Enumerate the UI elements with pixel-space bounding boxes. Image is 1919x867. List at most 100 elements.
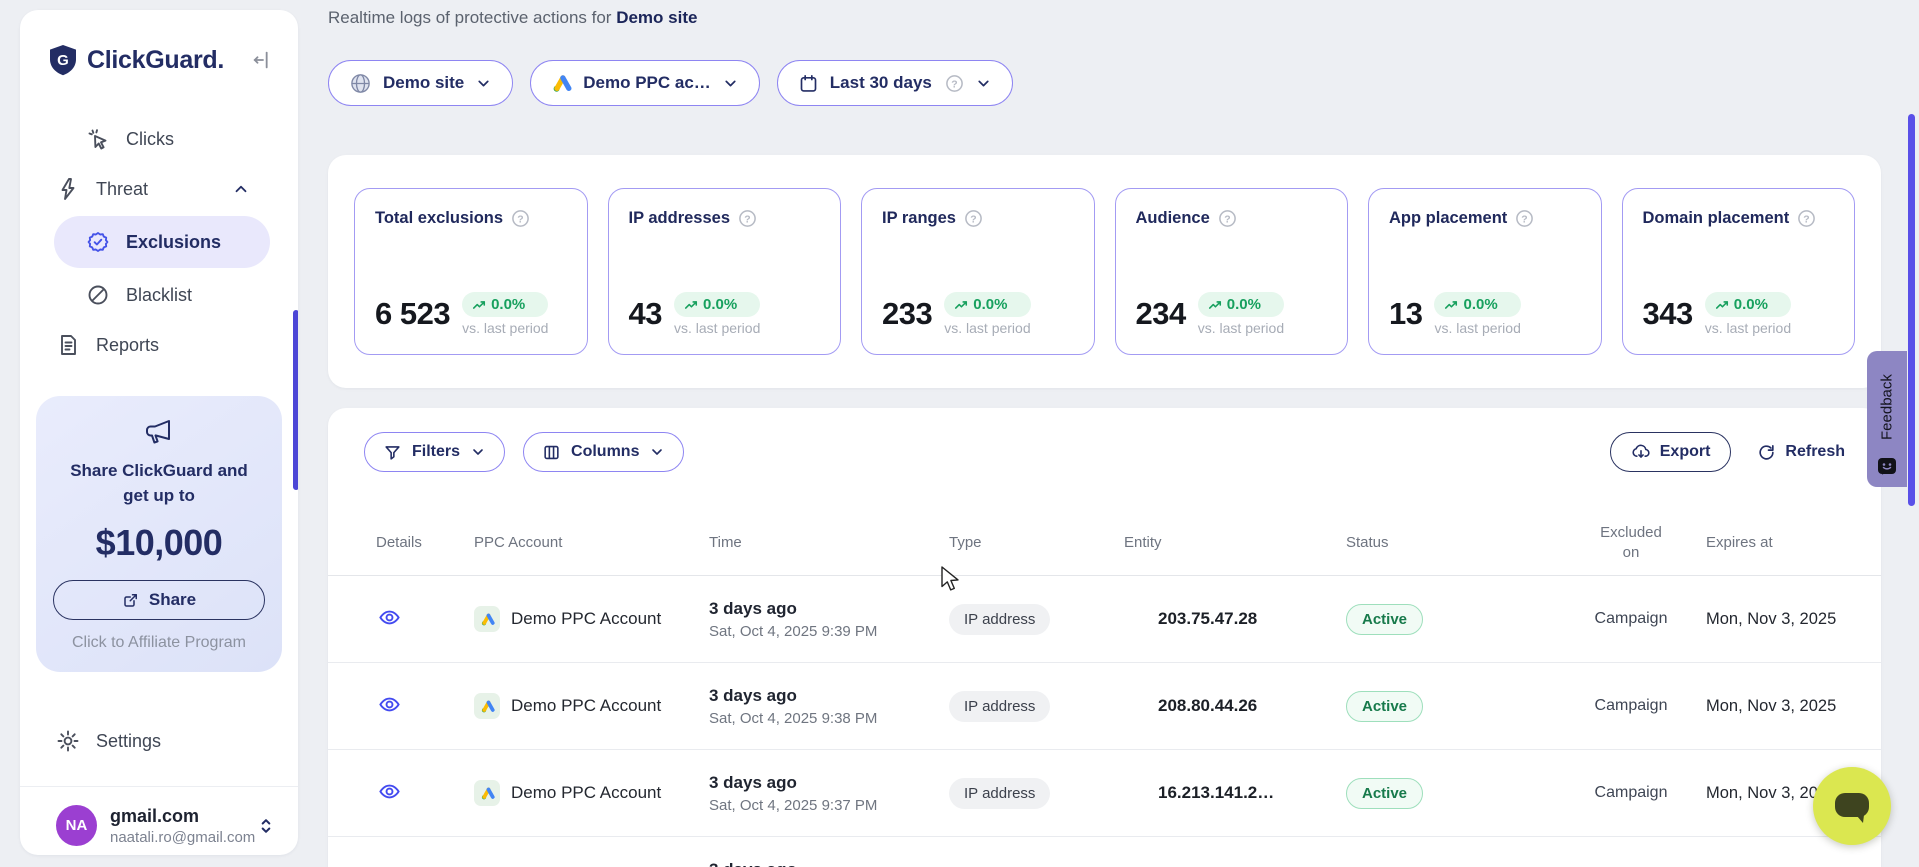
sidebar-item-label: Blacklist xyxy=(126,285,192,306)
filters-button[interactable]: Filters xyxy=(364,432,505,472)
view-details-button[interactable] xyxy=(376,691,403,718)
stat-value: 233 xyxy=(882,296,932,332)
entity-identicon xyxy=(1124,694,1148,718)
help-icon[interactable]: ? xyxy=(1797,209,1816,228)
sidebar: G ClickGuard. Clicks Threat Excl xyxy=(20,10,298,855)
clickguard-logo-icon: G xyxy=(48,44,78,76)
type-badge: IP address xyxy=(949,691,1050,722)
type-badge: IP address xyxy=(949,778,1050,809)
stat-delta-badge: 0.0% xyxy=(1198,292,1284,317)
sidebar-item-settings[interactable]: Settings xyxy=(20,718,298,764)
col-header-details[interactable]: Details xyxy=(364,534,474,551)
promo-line1: Share ClickGuard and xyxy=(50,458,268,483)
affiliate-link[interactable]: Click to Affiliate Program xyxy=(50,634,268,652)
col-header-time[interactable]: Time xyxy=(709,534,949,551)
stat-caption: vs. last period xyxy=(944,320,1030,336)
time-relative: 3 days ago xyxy=(709,772,949,793)
help-icon[interactable]: ? xyxy=(964,209,983,228)
share-button[interactable]: Share xyxy=(53,580,265,620)
sidebar-item-label: Clicks xyxy=(126,129,174,150)
stat-delta-badge: 0.0% xyxy=(1434,292,1520,317)
table-row-partial: 3 days ago xyxy=(328,837,1881,867)
time-full: Sat, Oct 4, 2025 9:38 PM xyxy=(709,710,949,727)
table-row: Demo PPC Account 3 days agoSat, Oct 4, 2… xyxy=(328,750,1881,837)
stat-label: Domain placement xyxy=(1643,209,1790,228)
help-icon[interactable]: ? xyxy=(511,209,530,228)
google-ads-icon xyxy=(474,780,500,806)
svg-text:?: ? xyxy=(517,214,523,225)
ppc-account-name: Demo PPC Account xyxy=(511,609,661,629)
columns-button[interactable]: Columns xyxy=(523,432,684,472)
view-details-button[interactable] xyxy=(376,778,403,805)
stat-card-audience: Audience ? 234 0.0% vs. last period xyxy=(1115,188,1349,355)
megaphone-icon xyxy=(50,418,268,448)
view-details-button[interactable] xyxy=(376,604,403,631)
col-header-expires-at[interactable]: Expires at xyxy=(1706,534,1845,551)
time-full: Sat, Oct 4, 2025 9:37 PM xyxy=(709,797,949,814)
feedback-tab[interactable]: Feedback xyxy=(1867,351,1907,487)
sidebar-item-reports[interactable]: Reports xyxy=(20,322,284,368)
ppc-account-selector[interactable]: Demo PPC ac… xyxy=(530,60,760,106)
trend-up-icon xyxy=(1208,299,1222,311)
sidebar-scrollbar[interactable] xyxy=(293,310,298,490)
expires-at-value: Mon, Nov 3, 2025 xyxy=(1706,697,1845,716)
chevron-down-icon xyxy=(975,75,992,92)
col-header-excluded-on[interactable]: Excluded on xyxy=(1556,523,1706,563)
stat-label: IP addresses xyxy=(629,209,731,228)
excluded-on-value: Campaign xyxy=(1556,697,1706,715)
sidebar-nav: Clicks Threat Exclusions Blacklist xyxy=(20,116,298,368)
ppc-account-name: Demo PPC Account xyxy=(511,696,661,716)
external-link-icon xyxy=(122,591,140,609)
trend-up-icon xyxy=(472,299,486,311)
eye-icon xyxy=(378,693,401,716)
help-icon[interactable]: ? xyxy=(945,74,964,93)
time-full: Sat, Oct 4, 2025 9:39 PM xyxy=(709,623,949,640)
sidebar-item-label: Reports xyxy=(96,335,159,356)
svg-text:?: ? xyxy=(1224,214,1230,225)
col-header-type[interactable]: Type xyxy=(949,534,1124,551)
site-selector[interactable]: Demo site xyxy=(328,60,513,106)
col-header-status[interactable]: Status xyxy=(1346,534,1556,551)
site-selector-value: Demo site xyxy=(383,73,464,93)
svg-text:?: ? xyxy=(744,214,750,225)
account-switcher[interactable]: NA gmail.com naatali.ro@gmail.com xyxy=(20,787,298,846)
exclusions-table-panel: Filters Columns Export Refresh Details P… xyxy=(328,408,1881,867)
filter-icon xyxy=(383,443,402,462)
table-toolbar: Filters Columns Export Refresh xyxy=(328,408,1881,472)
chevron-up-icon[interactable] xyxy=(232,180,250,198)
trend-up-icon xyxy=(1715,299,1729,311)
promo-amount: $10,000 xyxy=(50,522,268,564)
col-header-entity[interactable]: Entity xyxy=(1124,534,1346,551)
col-header-ppc-account[interactable]: PPC Account xyxy=(474,534,709,551)
stats-panel: Total exclusions ? 6 523 0.0% vs. last p… xyxy=(328,155,1881,388)
sidebar-item-exclusions[interactable]: Exclusions xyxy=(54,216,270,268)
help-icon[interactable]: ? xyxy=(738,209,757,228)
sidebar-item-threat[interactable]: Threat xyxy=(20,166,284,212)
sidebar-item-clicks[interactable]: Clicks xyxy=(20,116,284,162)
svg-text:G: G xyxy=(57,52,69,69)
date-range-value: Last 30 days xyxy=(830,73,932,93)
report-file-icon xyxy=(56,333,80,357)
svg-text:?: ? xyxy=(1522,214,1528,225)
date-range-selector[interactable]: Last 30 days ? xyxy=(777,60,1013,106)
chevron-updown-icon xyxy=(256,815,276,837)
refresh-button[interactable]: Refresh xyxy=(1757,443,1845,462)
time-relative: 3 days ago xyxy=(709,685,949,706)
chevron-down-icon xyxy=(649,444,665,460)
help-icon[interactable]: ? xyxy=(1218,209,1237,228)
stat-label: Total exclusions xyxy=(375,209,503,228)
export-button[interactable]: Export xyxy=(1610,432,1732,472)
stat-label: IP ranges xyxy=(882,209,956,228)
stat-delta-badge: 0.0% xyxy=(462,292,548,317)
help-icon[interactable]: ? xyxy=(1515,209,1534,228)
globe-icon xyxy=(349,72,372,95)
status-badge: Active xyxy=(1346,778,1423,809)
page-scrollbar[interactable] xyxy=(1908,114,1915,506)
sidebar-item-blacklist[interactable]: Blacklist xyxy=(20,272,284,318)
status-badge: Active xyxy=(1346,604,1423,635)
status-badge: Active xyxy=(1346,691,1423,722)
chat-launcher-button[interactable] xyxy=(1813,767,1891,845)
affiliate-promo-card[interactable]: Share ClickGuard and get up to $10,000 S… xyxy=(36,396,282,672)
sidebar-collapse-icon[interactable] xyxy=(252,49,274,71)
subtitle-site-name: Demo site xyxy=(616,8,697,27)
